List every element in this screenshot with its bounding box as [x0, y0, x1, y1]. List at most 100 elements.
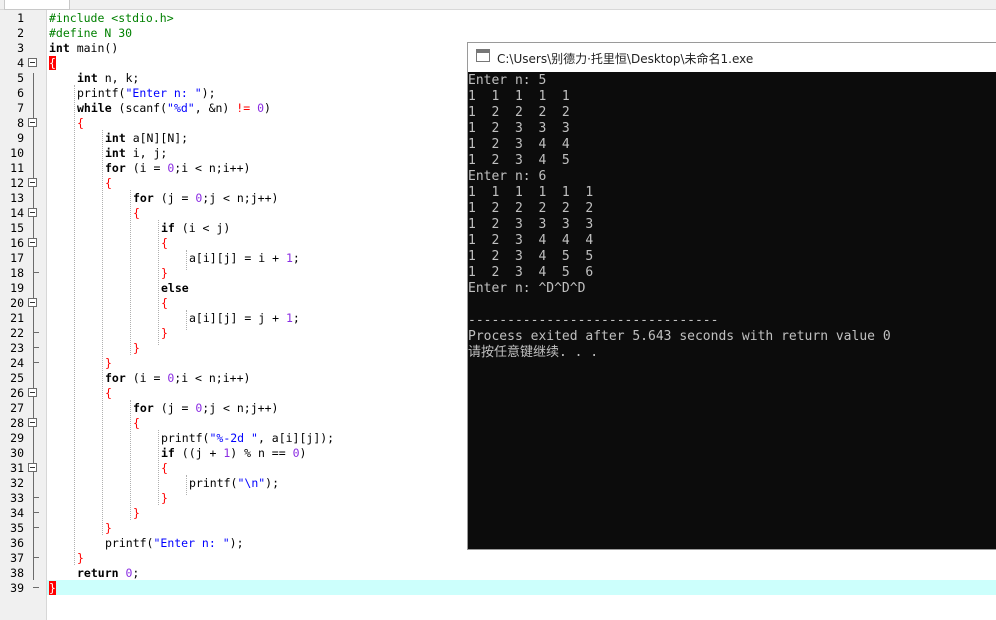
code-text[interactable]: while (scanf("%d", &n) != 0) — [77, 101, 271, 116]
fold-toggle-icon[interactable] — [28, 58, 37, 67]
console-title-bar[interactable]: C:\Users\别德力·托里恒\Desktop\未命名1.exe — [468, 43, 996, 72]
line-number: 5 — [17, 71, 24, 85]
line-number: 16 — [10, 236, 24, 250]
console-line: Process exited after 5.643 seconds with … — [468, 329, 891, 344]
code-line[interactable]: 39} — [0, 581, 996, 596]
line-number: 28 — [10, 416, 24, 430]
code-text[interactable]: printf("Enter n: "); — [105, 536, 244, 551]
console-line: -------------------------------- — [468, 313, 719, 328]
console-window[interactable]: C:\Users\别德力·托里恒\Desktop\未命名1.exe Enter … — [467, 42, 996, 550]
console-line: 1 2 2 2 2 — [468, 105, 570, 120]
code-text[interactable]: if ((j + 1) % n == 0) — [161, 446, 306, 461]
line-number: 4 — [17, 56, 24, 70]
code-text[interactable]: { — [133, 416, 140, 431]
code-text[interactable]: return 0; — [77, 566, 139, 581]
code-text[interactable]: a[i][j] = i + 1; — [189, 251, 300, 266]
code-text[interactable]: } — [49, 581, 56, 596]
code-text[interactable]: printf("%-2d ", a[i][j]); — [161, 431, 334, 446]
console-line: 1 1 1 1 1 1 — [468, 185, 594, 200]
line-number: 10 — [10, 146, 24, 160]
line-number: 29 — [10, 431, 24, 445]
fold-toggle-icon[interactable] — [28, 208, 37, 217]
fold-toggle-icon[interactable] — [28, 238, 37, 247]
line-number: 34 — [10, 506, 24, 520]
console-line: 1 2 3 3 3 3 — [468, 217, 594, 232]
code-text[interactable]: for (i = 0;i < n;i++) — [105, 161, 250, 176]
code-text[interactable]: } — [77, 551, 84, 566]
code-text[interactable]: a[i][j] = j + 1; — [189, 311, 300, 326]
code-text[interactable]: #include <stdio.h> — [49, 11, 174, 26]
code-line[interactable]: 38 return 0; — [0, 566, 996, 581]
code-text[interactable]: { — [133, 206, 140, 221]
code-text[interactable]: printf("Enter n: "); — [77, 86, 216, 101]
fold-toggle-icon[interactable] — [28, 388, 37, 397]
line-number: 20 — [10, 296, 24, 310]
line-number: 1 — [17, 11, 24, 25]
file-tab-strip — [0, 0, 996, 10]
console-line: 1 2 3 4 4 — [468, 137, 570, 152]
code-line[interactable]: 1 #include <stdio.h> — [0, 11, 996, 26]
line-number: 27 — [10, 401, 24, 415]
line-number: 11 — [10, 161, 24, 175]
fold-toggle-icon[interactable] — [28, 298, 37, 307]
console-line: 1 2 3 4 5 6 — [468, 265, 594, 280]
code-text[interactable]: int i, j; — [105, 146, 167, 161]
line-number: 9 — [17, 131, 24, 145]
line-number: 19 — [10, 281, 24, 295]
fold-toggle-icon[interactable] — [28, 178, 37, 187]
code-text[interactable]: int a[N][N]; — [105, 131, 188, 146]
file-tab[interactable] — [4, 0, 70, 10]
code-text[interactable]: { — [161, 296, 168, 311]
console-line: Enter n: ^D^D^D — [468, 281, 586, 296]
line-number: 32 — [10, 476, 24, 490]
line-number: 21 — [10, 311, 24, 325]
code-text[interactable]: for (j = 0;j < n;j++) — [133, 401, 278, 416]
line-number: 3 — [17, 41, 24, 55]
code-text[interactable]: printf("\n"); — [189, 476, 279, 491]
code-text[interactable]: { — [49, 56, 56, 71]
fold-toggle-icon[interactable] — [28, 418, 37, 427]
code-text[interactable]: for (i = 0;i < n;i++) — [105, 371, 250, 386]
code-text[interactable]: if (i < j) — [161, 221, 230, 236]
code-text[interactable]: } — [133, 506, 140, 521]
code-text[interactable]: { — [77, 116, 84, 131]
code-text[interactable]: } — [161, 326, 168, 341]
code-text[interactable]: } — [105, 521, 112, 536]
code-text[interactable]: } — [133, 341, 140, 356]
console-line: Enter n: 6 — [468, 169, 547, 184]
code-text[interactable]: { — [105, 176, 112, 191]
code-text[interactable]: } — [161, 491, 168, 506]
code-text[interactable]: { — [105, 386, 112, 401]
code-line[interactable]: 37} — [0, 551, 996, 566]
fold-toggle-icon[interactable] — [28, 118, 37, 127]
code-text[interactable]: } — [161, 266, 168, 281]
console-app-icon — [476, 49, 490, 62]
code-text[interactable]: #define N 30 — [49, 26, 132, 41]
line-number: 23 — [10, 341, 24, 355]
console-line: Enter n: 5 — [468, 73, 547, 88]
line-number: 30 — [10, 446, 24, 460]
console-line: 1 1 1 1 1 — [468, 89, 570, 104]
line-number: 15 — [10, 221, 24, 235]
console-line: 1 2 3 4 5 5 — [468, 249, 594, 264]
line-number: 8 — [17, 116, 24, 130]
line-number: 33 — [10, 491, 24, 505]
line-number: 38 — [10, 566, 24, 580]
code-line[interactable]: 2 #define N 30 — [0, 26, 996, 41]
code-text[interactable]: int n, k; — [77, 71, 139, 86]
console-line: 1 2 3 4 4 4 — [468, 233, 594, 248]
code-text[interactable]: { — [161, 461, 168, 476]
line-number: 26 — [10, 386, 24, 400]
console-title: C:\Users\别德力·托里恒\Desktop\未命名1.exe — [497, 52, 754, 66]
line-number: 7 — [17, 101, 24, 115]
console-line: 请按任意键继续. . . — [468, 345, 599, 360]
code-text[interactable]: else — [161, 281, 189, 296]
fold-toggle-icon[interactable] — [28, 463, 37, 472]
code-text[interactable]: } — [105, 356, 112, 371]
code-text[interactable]: { — [161, 236, 168, 251]
code-text[interactable]: for (j = 0;j < n;j++) — [133, 191, 278, 206]
code-text[interactable]: int main() — [49, 41, 118, 56]
line-number: 22 — [10, 326, 24, 340]
line-number: 25 — [10, 371, 24, 385]
line-number: 12 — [10, 176, 24, 190]
